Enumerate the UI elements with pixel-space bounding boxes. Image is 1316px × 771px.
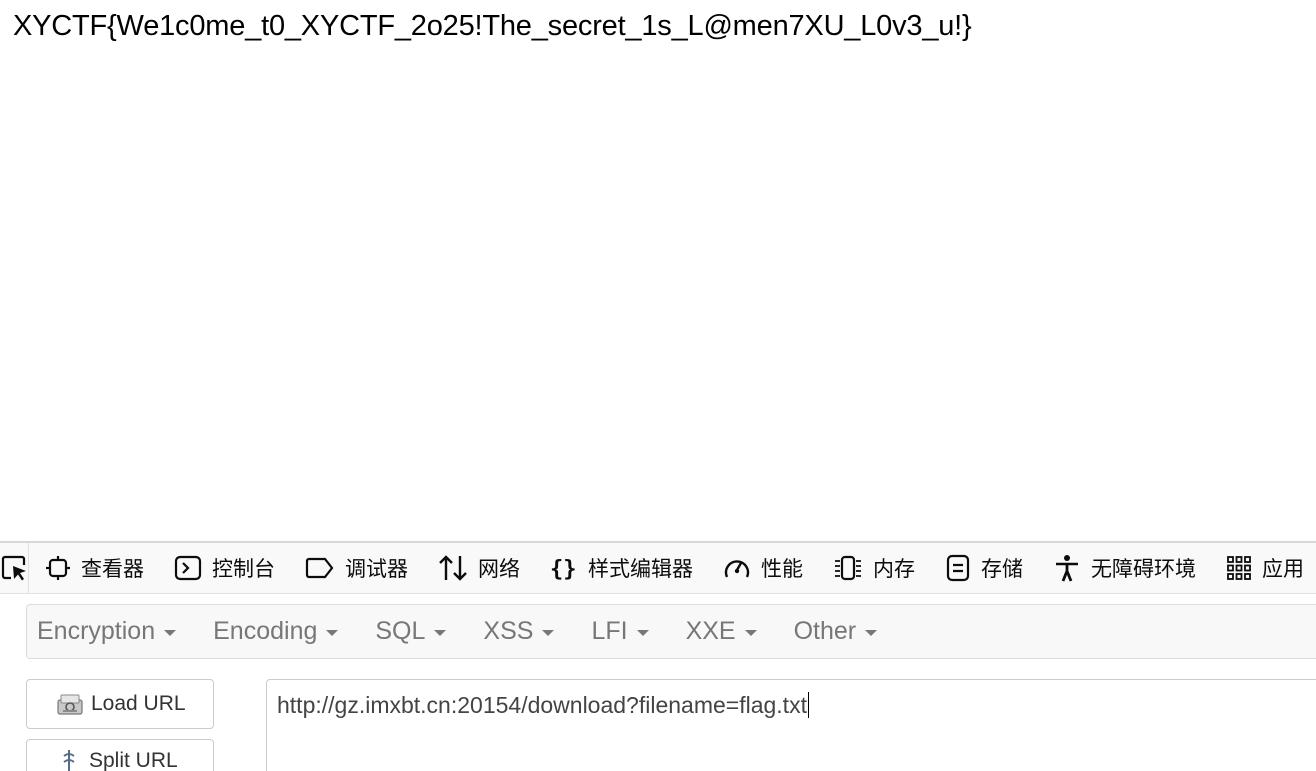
devtools-toolbar: 查看器 控制台 调试器 网络 {} 样式编辑器 性能 内存 存储 无障碍环境 应… [0, 543, 1316, 594]
caret-down-icon [636, 629, 649, 636]
caret-down-icon [542, 629, 555, 636]
menu-encoding[interactable]: Encoding [213, 617, 339, 646]
load-url-label: Load URL [91, 692, 186, 715]
menu-other[interactable]: Other [794, 617, 878, 646]
storage-icon [946, 554, 970, 582]
svg-text:{}: {} [550, 557, 577, 582]
caret-down-icon [744, 629, 757, 636]
accessibility-icon [1056, 555, 1078, 582]
performance-icon [724, 560, 750, 578]
element-picker-button[interactable] [0, 543, 29, 593]
tab-accessibility[interactable]: 无障碍环境 [1037, 543, 1210, 593]
menu-label: Encoding [213, 617, 318, 645]
tab-label: 网络 [478, 557, 520, 581]
tab-label: 调试器 [345, 557, 408, 581]
load-url-icon [57, 694, 83, 715]
tab-application[interactable]: 应用 [1210, 543, 1316, 593]
split-url-button[interactable]: Split URL [26, 739, 214, 771]
tab-label: 内存 [873, 557, 915, 581]
tab-label: 查看器 [81, 557, 144, 581]
tab-network[interactable]: 网络 [422, 543, 534, 593]
network-icon [439, 555, 467, 581]
hackbar-panel: Encryption Encoding SQL XSS LFI XXE Othe… [0, 595, 1316, 771]
tab-console[interactable]: 控制台 [158, 543, 289, 593]
menu-lfi[interactable]: LFI [591, 617, 649, 646]
menu-encryption[interactable]: Encryption [37, 617, 177, 646]
caret-down-icon [865, 629, 878, 636]
caret-down-icon [326, 629, 339, 636]
debugger-icon [305, 557, 334, 579]
caret-down-icon [434, 629, 447, 636]
tab-inspector[interactable]: 查看器 [29, 543, 158, 593]
tab-label: 应用 [1262, 557, 1304, 581]
tab-memory[interactable]: 内存 [817, 543, 929, 593]
tab-storage[interactable]: 存储 [929, 543, 1037, 593]
application-icon [1227, 556, 1251, 580]
split-url-icon [63, 750, 75, 771]
tab-label: 样式编辑器 [588, 557, 693, 581]
split-url-label: Split URL [89, 749, 178, 771]
element-picker-icon [1, 555, 26, 581]
load-url-button[interactable]: Load URL [26, 679, 214, 729]
menu-label: Encryption [37, 617, 156, 645]
menu-xss[interactable]: XSS [483, 617, 555, 646]
menu-sql[interactable]: SQL [375, 617, 447, 646]
url-textarea[interactable]: http://gz.imxbt.cn:20154/download?filena… [266, 679, 1316, 771]
menu-label: Other [793, 617, 857, 645]
tab-debugger[interactable]: 调试器 [289, 543, 422, 593]
page-content: XYCTF{We1c0me_t0_XYCTF_2o25!The_secret_1… [0, 0, 1316, 541]
memory-icon [835, 555, 861, 581]
tab-label: 无障碍环境 [1091, 557, 1196, 581]
hackbar-menu: Encryption Encoding SQL XSS LFI XXE Othe… [26, 604, 1316, 659]
tab-label: 存储 [981, 557, 1023, 581]
devtools-panel: 查看器 控制台 调试器 网络 {} 样式编辑器 性能 内存 存储 无障碍环境 应… [0, 541, 1316, 771]
tab-performance[interactable]: 性能 [707, 543, 817, 593]
url-value: http://gz.imxbt.cn:20154/download?filena… [277, 692, 807, 718]
menu-label: SQL [375, 617, 426, 645]
tab-label: 性能 [761, 557, 803, 581]
menu-xxe[interactable]: XXE [686, 617, 757, 646]
menu-label: LFI [591, 617, 628, 645]
browser-window: XYCTF{We1c0me_t0_XYCTF_2o25!The_secret_1… [0, 0, 1316, 771]
caret-down-icon [164, 629, 177, 636]
style-editor-icon: {} [550, 557, 577, 582]
flag-text: XYCTF{We1c0me_t0_XYCTF_2o25!The_secret_1… [13, 10, 972, 42]
tab-style-editor[interactable]: {} 样式编辑器 [534, 543, 707, 593]
menu-label: XXE [685, 617, 736, 645]
text-cursor [807, 692, 809, 718]
menu-label: XSS [483, 617, 534, 645]
console-icon [174, 555, 202, 581]
inspector-icon [46, 556, 70, 580]
tab-label: 控制台 [212, 557, 275, 581]
